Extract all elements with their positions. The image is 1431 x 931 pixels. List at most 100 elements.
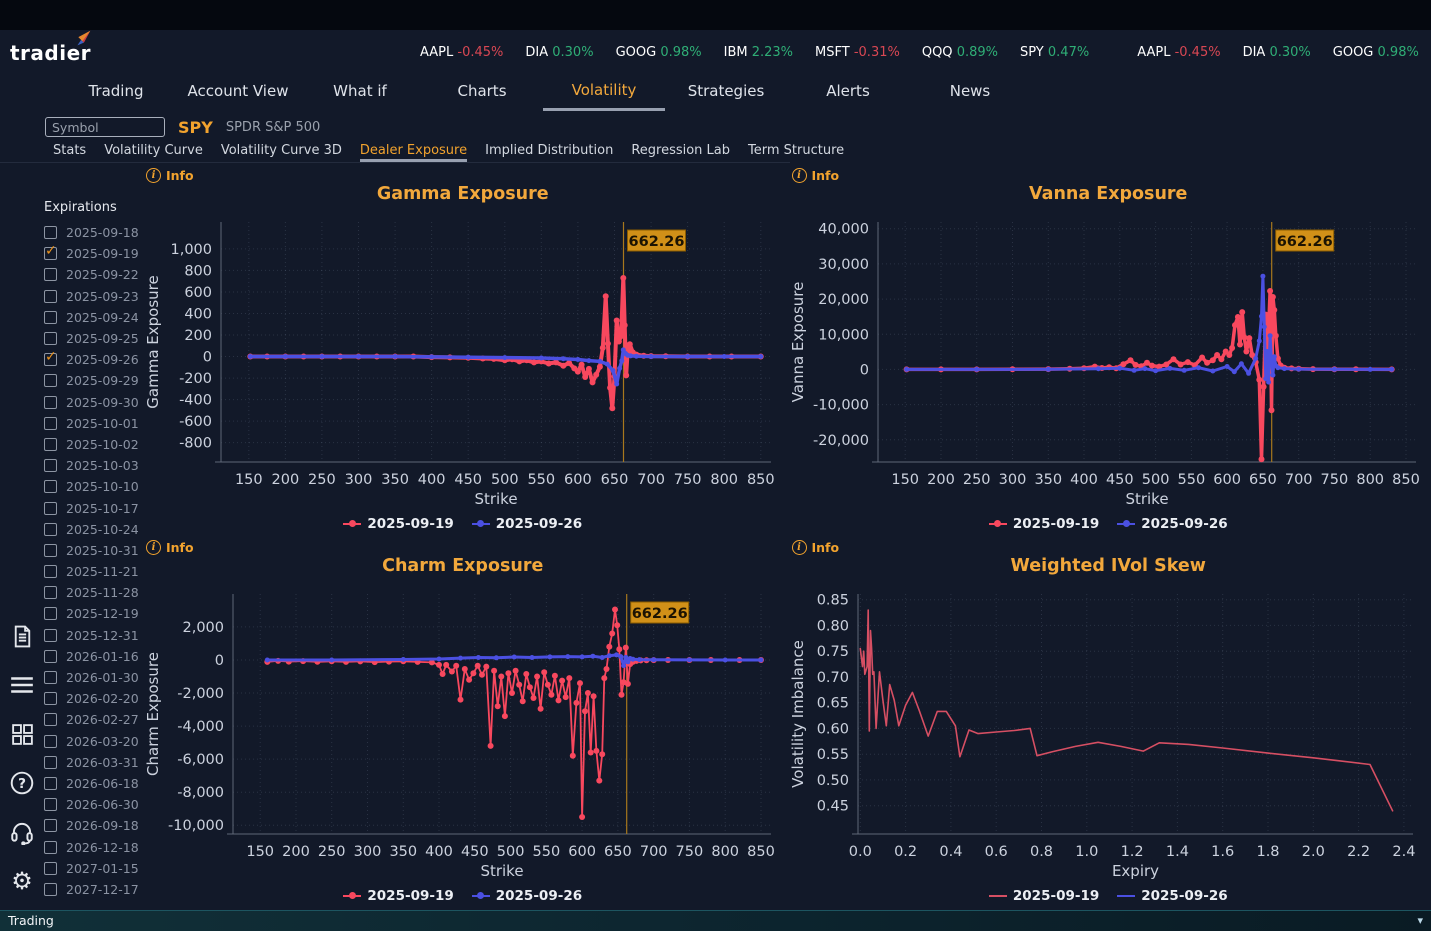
checkbox-unchecked[interactable] <box>44 480 57 494</box>
subtab-dealer-exposure[interactable]: Dealer Exposure <box>359 143 468 162</box>
checkbox-unchecked[interactable] <box>44 819 57 833</box>
expiration-row-2026-02-27[interactable]: 2026-02-27 <box>44 709 140 730</box>
expiration-row-2025-10-10[interactable]: 2025-10-10 <box>44 476 140 497</box>
nav-item-volatility[interactable]: Volatility <box>543 75 665 111</box>
subtab-volatility-curve-3d[interactable]: Volatility Curve 3D <box>221 143 342 162</box>
checkbox-unchecked[interactable] <box>44 459 57 473</box>
checkbox-unchecked[interactable] <box>44 522 57 536</box>
gamma-info-button[interactable]: i Info <box>146 167 194 183</box>
nav-item-what-if[interactable]: What if <box>299 75 421 111</box>
checkbox-unchecked[interactable] <box>44 395 57 409</box>
checkbox-unchecked[interactable] <box>44 226 57 240</box>
legend-item-2025-09-26[interactable]: 2025-09-26 <box>1117 516 1228 532</box>
checkbox-unchecked[interactable] <box>44 332 57 346</box>
checkbox-unchecked[interactable] <box>44 416 57 430</box>
checkbox-unchecked[interactable] <box>44 755 57 769</box>
nav-item-alerts[interactable]: Alerts <box>787 75 909 111</box>
checkbox-unchecked[interactable] <box>44 437 57 451</box>
vanna-plot-area[interactable]: 40,000 30,000 20,000 10,000 0 -10,000 -20,000 1… <box>788 212 1428 514</box>
expiration-row-2025-09-30[interactable]: 2025-09-30 <box>44 392 140 413</box>
brand-logo[interactable]: tradier <box>10 30 91 65</box>
expiration-row-2026-01-16[interactable]: 2026-01-16 <box>44 646 140 667</box>
expiration-row-2027-12-17[interactable]: 2027-12-17 <box>44 879 140 900</box>
expiration-row-2025-09-19[interactable]: ✓ 2025-09-19 <box>44 243 140 264</box>
subtab-stats[interactable]: Stats <box>53 143 86 162</box>
expiration-row-2025-09-25[interactable]: 2025-09-25 <box>44 328 140 349</box>
gamma-plot-area[interactable]: 1,000 800 600 400 200 0 -200 -400 -600 -800 150 200… <box>143 212 783 514</box>
legend-item-2025-09-19[interactable]: 2025-09-19 <box>988 516 1099 532</box>
checkbox-unchecked[interactable] <box>44 289 57 303</box>
expiration-row-2026-06-30[interactable]: 2026-06-30 <box>44 794 140 815</box>
legend-item-2025-09-19[interactable]: 2025-09-19 <box>343 888 454 904</box>
expiration-row-2026-03-31[interactable]: 2026-03-31 <box>44 752 140 773</box>
menu-icon[interactable] <box>8 671 36 699</box>
charm-info-button[interactable]: i Info <box>146 539 194 555</box>
legend-item-2025-09-19[interactable]: 2025-09-19 <box>343 516 454 532</box>
expiration-row-2025-09-18[interactable]: 2025-09-18 <box>44 222 140 243</box>
expiration-row-2025-12-31[interactable]: 2025-12-31 <box>44 625 140 646</box>
nav-item-account-view[interactable]: Account View <box>177 75 299 111</box>
settings-gear-icon[interactable]: ⚙ <box>8 867 36 895</box>
expiration-row-2025-11-21[interactable]: 2025-11-21 <box>44 561 140 582</box>
expiration-row-2026-03-20[interactable]: 2026-03-20 <box>44 731 140 752</box>
checkbox-unchecked[interactable] <box>44 628 57 642</box>
expiration-row-2025-10-24[interactable]: 2025-10-24 <box>44 519 140 540</box>
checkbox-unchecked[interactable] <box>44 713 57 727</box>
legend-item-2025-09-19[interactable]: 2025-09-19 <box>988 888 1099 904</box>
checkbox-unchecked[interactable] <box>44 840 57 854</box>
chevron-down-icon[interactable]: ▾ <box>1417 914 1423 927</box>
checkbox-unchecked[interactable] <box>44 649 57 663</box>
checkbox-unchecked[interactable] <box>44 776 57 790</box>
help-icon[interactable]: ? <box>8 769 36 797</box>
document-icon[interactable] <box>8 622 36 650</box>
expiration-row-2025-10-17[interactable]: 2025-10-17 <box>44 497 140 518</box>
skew-plot-area[interactable]: 0.85 0.80 0.75 0.70 0.65 0.60 0.55 0.50 0.45 0.0 0… <box>788 584 1428 886</box>
nav-item-strategies[interactable]: Strategies <box>665 75 787 111</box>
legend-item-2025-09-26[interactable]: 2025-09-26 <box>471 888 582 904</box>
expiration-row-2025-10-31[interactable]: 2025-10-31 <box>44 540 140 561</box>
legend-item-2025-09-26[interactable]: 2025-09-26 <box>1117 888 1228 904</box>
symbol-input[interactable] <box>45 117 165 137</box>
checkbox-unchecked[interactable] <box>44 501 57 515</box>
expiration-row-2025-09-24[interactable]: 2025-09-24 <box>44 307 140 328</box>
expiration-row-2025-10-02[interactable]: 2025-10-02 <box>44 434 140 455</box>
checkbox-unchecked[interactable] <box>44 798 57 812</box>
checkbox-unchecked[interactable] <box>44 607 57 621</box>
expiration-row-2026-01-30[interactable]: 2026-01-30 <box>44 667 140 688</box>
checkbox-unchecked[interactable] <box>44 268 57 282</box>
expiration-row-2025-09-29[interactable]: 2025-09-29 <box>44 370 140 391</box>
checkbox-checked[interactable]: ✓ <box>44 243 57 261</box>
skew-info-button[interactable]: i Info <box>791 539 839 555</box>
nav-item-news[interactable]: News <box>909 75 1031 111</box>
checkbox-unchecked[interactable] <box>44 565 57 579</box>
nav-item-charts[interactable]: Charts <box>421 75 543 111</box>
subtab-term-structure[interactable]: Term Structure <box>748 143 844 162</box>
checkbox-checked[interactable]: ✓ <box>44 349 57 367</box>
expiration-row-2027-01-15[interactable]: 2027-01-15 <box>44 858 140 879</box>
checkbox-unchecked[interactable] <box>44 543 57 557</box>
expiration-row-2026-09-18[interactable]: 2026-09-18 <box>44 815 140 836</box>
checkbox-unchecked[interactable] <box>44 671 57 685</box>
expiration-row-2026-06-18[interactable]: 2026-06-18 <box>44 773 140 794</box>
charm-plot-area[interactable]: 2,000 0 -2,000 -4,000 -6,000 -8,000 -10,000 150… <box>143 584 783 886</box>
expiration-row-2025-10-01[interactable]: 2025-10-01 <box>44 413 140 434</box>
checkbox-unchecked[interactable] <box>44 374 57 388</box>
vanna-info-button[interactable]: i Info <box>791 167 839 183</box>
expiration-row-2025-11-28[interactable]: 2025-11-28 <box>44 582 140 603</box>
subtab-regression-lab[interactable]: Regression Lab <box>631 143 730 162</box>
checkbox-unchecked[interactable] <box>44 310 57 324</box>
grid-icon[interactable] <box>8 720 36 748</box>
expiration-row-2025-12-19[interactable]: 2025-12-19 <box>44 603 140 624</box>
expiration-row-2025-10-03[interactable]: 2025-10-03 <box>44 455 140 476</box>
checkbox-unchecked[interactable] <box>44 861 57 875</box>
checkbox-unchecked[interactable] <box>44 692 57 706</box>
checkbox-unchecked[interactable] <box>44 734 57 748</box>
checkbox-unchecked[interactable] <box>44 586 57 600</box>
expiration-row-2025-09-23[interactable]: 2025-09-23 <box>44 286 140 307</box>
legend-item-2025-09-26[interactable]: 2025-09-26 <box>471 516 582 532</box>
expiration-row-2026-02-20[interactable]: 2026-02-20 <box>44 688 140 709</box>
subtab-implied-distribution[interactable]: Implied Distribution <box>485 143 613 162</box>
headset-icon[interactable] <box>8 818 36 846</box>
expiration-row-2025-09-22[interactable]: 2025-09-22 <box>44 264 140 285</box>
expiration-row-2025-09-26[interactable]: ✓ 2025-09-26 <box>44 349 140 370</box>
